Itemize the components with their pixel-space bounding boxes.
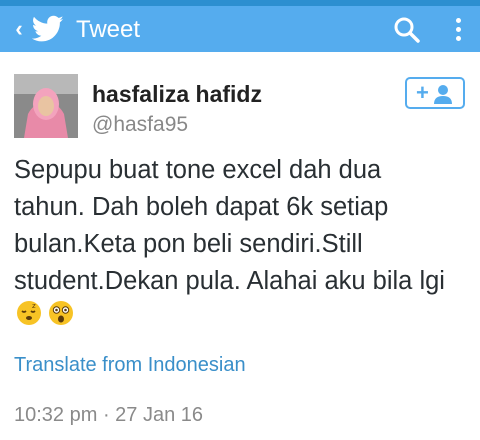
tweet-text-line: tahun. Dah boleh dapat 6k setiap <box>14 193 389 221</box>
follow-button[interactable]: + <box>405 77 465 109</box>
page-title: Tweet <box>76 16 141 43</box>
author-name[interactable]: hasfaliza hafidz <box>92 80 262 108</box>
svg-text:z: z <box>32 302 36 310</box>
tweet-text-line: student.Dekan pula. Alahai aku bila lgi <box>14 267 445 295</box>
sleepy-face-icon: z <box>17 301 41 325</box>
tweet-text-line: bulan.Keta pon beli sendiri.Still <box>14 230 363 258</box>
follow-plus: + <box>416 80 429 105</box>
twitter-bird-icon <box>32 15 64 42</box>
overflow-menu-icon[interactable] <box>451 15 467 45</box>
app-bar: ‹ Tweet <box>0 6 480 52</box>
author-handle[interactable]: @hasfa95 <box>92 112 188 138</box>
search-icon[interactable] <box>392 15 422 45</box>
tweet-text: Sepupu buat tone excel dah dua tahun. Da… <box>14 152 472 300</box>
tweet-text-line: Sepupu buat tone excel dah dua <box>14 156 382 184</box>
add-user-icon <box>434 85 452 104</box>
back-chevron-icon[interactable]: ‹ <box>10 15 28 43</box>
astonished-face-icon <box>49 301 73 325</box>
avatar[interactable] <box>14 74 78 138</box>
tweet-timestamp: 10:32 pm · 27 Jan 16 <box>14 404 204 426</box>
translate-link[interactable]: Translate from Indonesian <box>14 352 246 378</box>
